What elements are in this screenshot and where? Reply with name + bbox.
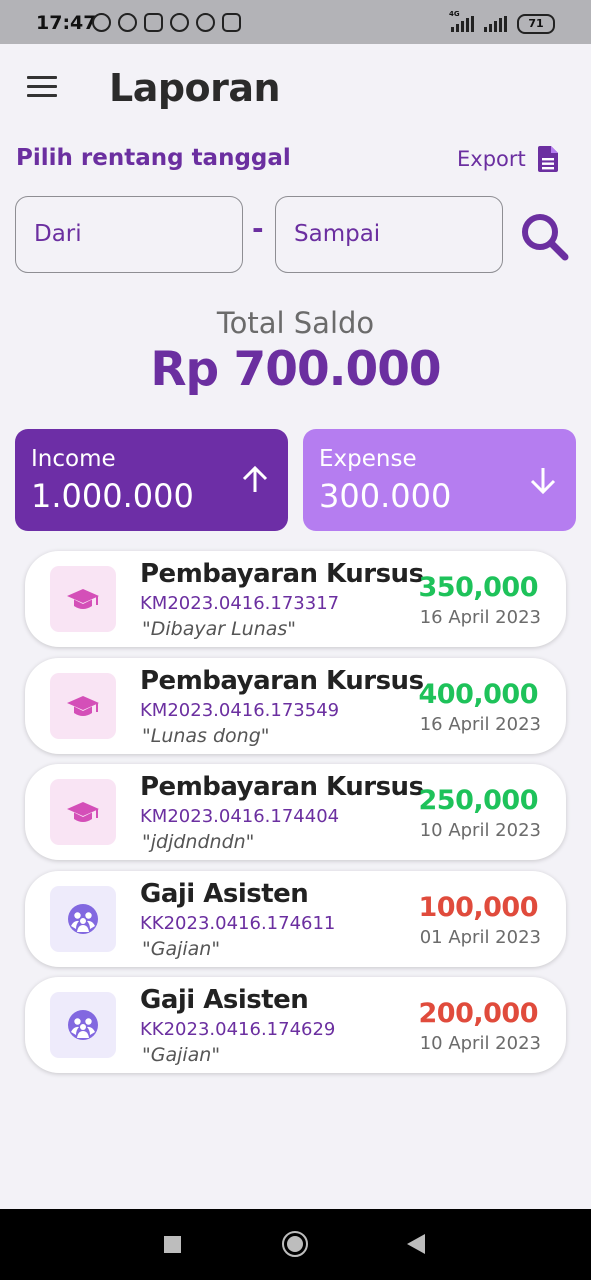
flip-app-icon <box>196 13 215 32</box>
transaction-title: Pembayaran Kursus <box>140 559 424 589</box>
transaction-title: Pembayaran Kursus <box>140 665 424 696</box>
app-notification-icon <box>170 13 189 32</box>
transaction-card[interactable]: Pembayaran Kursus KM2023.0416.174404 "jd… <box>25 764 566 860</box>
graduation-cap-icon <box>67 695 99 716</box>
transaction-list: Pembayaran Kursus KM2023.0416.173317 "Di… <box>25 551 566 1084</box>
date-to-input[interactable]: Sampai <box>275 196 503 273</box>
export-button[interactable]: Export <box>457 146 560 172</box>
transaction-icon-box <box>50 672 116 739</box>
recent-apps-button[interactable] <box>164 1236 181 1253</box>
transaction-date: 16 April 2023 <box>419 713 541 735</box>
transaction-title: Pembayaran Kursus <box>140 772 424 802</box>
transaction-note: "Lunas dong" <box>142 724 270 747</box>
status-time: 17:47 <box>36 12 97 34</box>
transaction-icon-box <box>50 992 116 1058</box>
transaction-amount: 250,000 <box>418 785 539 816</box>
app-header: Laporan <box>0 44 591 134</box>
system-icons: 4G 71 <box>449 10 555 34</box>
transaction-code: KM2023.0416.173317 <box>140 593 340 614</box>
transaction-amount: 200,000 <box>418 998 539 1029</box>
home-button[interactable] <box>282 1231 308 1257</box>
transaction-code: KM2023.0416.174404 <box>140 806 340 827</box>
transaction-date: 10 April 2023 <box>419 820 541 841</box>
battery-level: 71 <box>528 17 544 30</box>
date-range-label: Pilih rentang tanggal <box>16 145 291 171</box>
transaction-amount: 100,000 <box>418 891 539 923</box>
income-card[interactable]: Income 1.000.000 <box>15 429 288 531</box>
search-icon[interactable] <box>520 212 570 262</box>
instagram-icon <box>222 13 241 32</box>
transaction-code: KM2023.0416.173549 <box>140 699 340 721</box>
transaction-icon-box <box>50 566 116 632</box>
hamburger-menu-icon[interactable] <box>27 76 57 98</box>
arrow-down-icon <box>530 468 556 495</box>
transaction-card[interactable]: Pembayaran Kursus KM2023.0416.173317 "Di… <box>25 551 566 647</box>
transaction-note: "jdjdndndn" <box>142 831 255 853</box>
document-icon <box>537 146 558 172</box>
graduation-cap-icon <box>67 589 99 609</box>
expense-card[interactable]: Expense 300.000 <box>303 429 576 531</box>
signal-4g-icon: 4G <box>449 10 474 32</box>
expense-value: 300.000 <box>319 477 452 515</box>
transaction-note: "Dibayar Lunas" <box>142 618 297 640</box>
transaction-note: "Gajian" <box>142 1044 221 1066</box>
export-label: Export <box>457 147 526 171</box>
expense-label: Expense <box>319 446 417 472</box>
people-icon <box>68 903 98 934</box>
transaction-date: 01 April 2023 <box>419 926 541 948</box>
mute-notification-icon <box>92 13 111 32</box>
transaction-card[interactable]: Gaji Asisten KK2023.0416.174611 "Gajian"… <box>25 870 566 967</box>
transaction-note: "Gajian" <box>142 937 221 960</box>
transaction-card[interactable]: Gaji Asisten KK2023.0416.174629 "Gajian"… <box>25 977 566 1073</box>
graduation-cap-icon <box>67 802 99 822</box>
transaction-code: KK2023.0416.174611 <box>140 912 336 934</box>
transaction-card[interactable]: Pembayaran Kursus KM2023.0416.173549 "Lu… <box>25 657 566 754</box>
income-value: 1.000.000 <box>31 477 194 515</box>
shopping-bag-icon <box>144 13 163 32</box>
status-bar: 17:47 4G 71 <box>0 0 591 44</box>
income-label: Income <box>31 446 116 472</box>
transaction-amount: 400,000 <box>418 678 539 710</box>
signal-icon <box>484 16 507 32</box>
transaction-date: 10 April 2023 <box>419 1033 541 1054</box>
transaction-amount: 350,000 <box>418 572 539 603</box>
network-type: 4G <box>449 10 460 18</box>
battery-icon: 71 <box>517 14 555 34</box>
transaction-icon-box <box>50 779 116 845</box>
transaction-code: KK2023.0416.174629 <box>140 1019 336 1040</box>
total-saldo-label: Total Saldo <box>216 306 375 340</box>
page-title: Laporan <box>109 66 281 110</box>
date-separator: - <box>252 212 264 245</box>
arrow-up-icon <box>242 465 268 492</box>
transaction-title: Gaji Asisten <box>140 878 309 909</box>
date-from-input[interactable]: Dari <box>15 196 243 273</box>
total-saldo-value: Rp 700.000 <box>150 342 441 397</box>
people-icon <box>68 1010 98 1040</box>
back-button[interactable] <box>407 1234 425 1254</box>
notification-icons <box>92 13 241 32</box>
alarm-icon <box>118 13 137 32</box>
system-navigation-bar <box>0 1209 591 1280</box>
transaction-icon-box <box>50 885 116 952</box>
transaction-title: Gaji Asisten <box>140 985 309 1015</box>
transaction-date: 16 April 2023 <box>419 607 541 628</box>
